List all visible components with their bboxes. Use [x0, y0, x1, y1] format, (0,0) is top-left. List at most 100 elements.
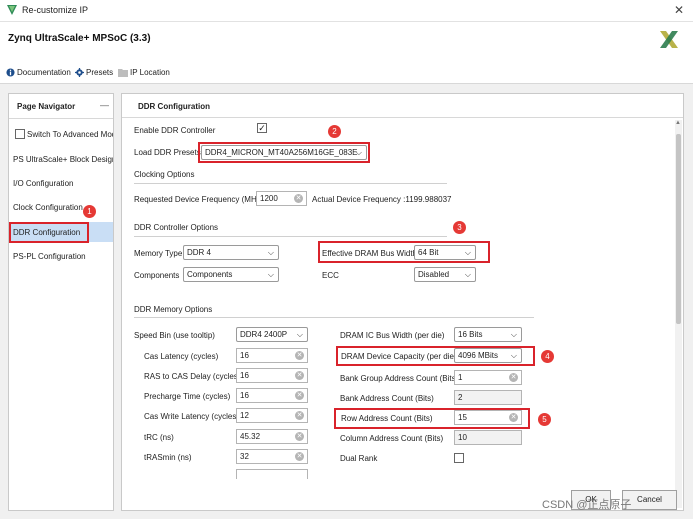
config-title: DDR Configuration — [138, 102, 210, 111]
col-addr-field: 10 — [454, 430, 522, 445]
req-freq-label: Requested Device Frequency (MHz) — [134, 195, 264, 204]
bank-group-value: 1 — [458, 373, 463, 382]
col-addr-value: 10 — [458, 433, 467, 442]
gear-icon — [75, 68, 84, 77]
cas-write-latency-input[interactable]: 12 ✕ — [236, 408, 308, 423]
enable-ddr-checkbox[interactable]: ✓ — [257, 123, 267, 133]
col-addr-label: Column Address Count (Bits) — [340, 434, 444, 443]
req-freq-value: 1200 — [260, 194, 278, 203]
trc-value: 45.32 — [240, 432, 261, 441]
ecc-select[interactable]: Disabled ⌵ — [414, 267, 476, 282]
window-title: Re-customize IP — [22, 5, 89, 15]
highlight-box-device-capacity — [336, 346, 535, 366]
cas-latency-value: 16 — [240, 351, 249, 360]
highlight-box-presets — [198, 142, 370, 163]
clear-icon[interactable]: ✕ — [295, 371, 304, 380]
clocking-section-rule — [134, 183, 447, 184]
xilinx-logo-icon — [660, 31, 678, 48]
bank-addr-label: Bank Address Count (Bits) — [340, 394, 434, 403]
memory-type-select[interactable]: DDR 4 ⌵ — [183, 245, 279, 260]
speed-bin-select[interactable]: DDR4 2400P ⌵ — [236, 327, 308, 342]
chevron-down-icon: ⌵ — [296, 330, 303, 339]
bank-group-input[interactable]: 1 ✕ — [454, 370, 522, 385]
speed-bin-value: DDR4 2400P — [240, 330, 288, 339]
req-freq-input[interactable]: 1200 ✕ — [256, 191, 307, 206]
nav-item-io-configuration[interactable]: I/O Configuration — [13, 179, 113, 188]
components-label: Components — [134, 271, 180, 280]
highlight-box-bus-width — [318, 241, 490, 263]
memory-section-title: DDR Memory Options — [134, 305, 213, 314]
ras-cas-delay-value: 16 — [240, 371, 249, 380]
close-icon[interactable]: ✕ — [674, 3, 684, 17]
next-field-partial[interactable] — [236, 469, 308, 479]
ic-bus-width-label: DRAM IC Bus Width (per die) — [340, 331, 445, 340]
trc-label: tRC (ns) — [144, 433, 174, 442]
load-presets-label: Load DDR Presets — [134, 148, 201, 157]
chevron-down-icon: ⌵ — [267, 270, 274, 279]
documentation-link[interactable]: Documentation — [17, 68, 71, 77]
precharge-time-value: 16 — [240, 391, 249, 400]
clocking-section-title: Clocking Options — [134, 170, 195, 179]
annotation-badge-5: 5 — [538, 413, 551, 426]
nav-item-ps-pl-configuration[interactable]: PS-PL Configuration — [13, 252, 113, 261]
controller-section-title: DDR Controller Options — [134, 223, 219, 232]
trc-input[interactable]: 45.32 ✕ — [236, 429, 308, 444]
cas-write-latency-value: 12 — [240, 411, 249, 420]
clear-icon[interactable]: ✕ — [295, 391, 304, 400]
actual-freq-text: Actual Device Frequency :1199.988037 — [312, 195, 452, 204]
clear-icon[interactable]: ✕ — [295, 351, 304, 360]
ecc-value: Disabled — [418, 270, 450, 279]
nav-divider — [9, 118, 113, 119]
dual-rank-label: Dual Rank — [340, 454, 378, 463]
controller-section-rule — [134, 236, 447, 237]
annotation-badge-1: 1 — [83, 205, 96, 218]
minimize-icon[interactable]: — — [100, 100, 109, 110]
clear-icon[interactable]: ✕ — [295, 411, 304, 420]
highlight-box-row-addr — [334, 408, 530, 429]
chevron-down-icon: ⌵ — [510, 330, 517, 339]
memory-type-value: DDR 4 — [187, 248, 212, 257]
vivado-app-icon — [7, 5, 17, 15]
nav-item-clock-configuration[interactable]: Clock Configuration — [13, 203, 113, 212]
presets-link[interactable]: Presets — [86, 68, 113, 77]
ecc-label: ECC — [322, 271, 339, 280]
cas-latency-label: Cas Latency (cycles) — [144, 352, 219, 361]
precharge-time-input[interactable]: 16 ✕ — [236, 388, 308, 403]
ic-bus-width-value: 16 Bits — [458, 330, 483, 339]
config-divider — [122, 117, 683, 118]
ip-location-link[interactable]: IP Location — [130, 68, 170, 77]
highlight-box-nav — [9, 222, 89, 243]
annotation-badge-3: 3 — [453, 221, 466, 234]
clear-icon[interactable]: ✕ — [295, 432, 304, 441]
clear-icon[interactable]: ✕ — [295, 452, 304, 461]
info-icon — [6, 68, 15, 77]
scroll-up-icon[interactable]: ▲ — [675, 120, 681, 126]
folder-icon — [118, 69, 128, 77]
components-select[interactable]: Components ⌵ — [183, 267, 279, 282]
annotation-badge-2: 2 — [328, 125, 341, 138]
ic-bus-width-select[interactable]: 16 Bits ⌵ — [454, 327, 522, 342]
memory-type-label: Memory Type — [134, 249, 183, 258]
clear-icon[interactable]: ✕ — [509, 373, 518, 382]
enable-ddr-label: Enable DDR Controller — [134, 126, 216, 135]
chevron-down-icon: ⌵ — [267, 248, 274, 257]
navigator-title: Page Navigator — [17, 102, 76, 111]
chevron-down-icon: ⌵ — [464, 270, 471, 279]
clear-icon[interactable]: ✕ — [294, 194, 303, 203]
nav-item-block-design[interactable]: PS UltraScale+ Block Design — [13, 155, 113, 164]
ip-name: Zynq UltraScale+ MPSoC (3.3) — [8, 33, 151, 44]
cas-latency-input[interactable]: 16 ✕ — [236, 348, 308, 363]
ras-cas-delay-input[interactable]: 16 ✕ — [236, 368, 308, 383]
scrollbar-thumb[interactable] — [676, 134, 681, 324]
dual-rank-checkbox[interactable] — [454, 453, 464, 463]
components-value: Components — [187, 270, 233, 279]
cas-write-latency-label: Cas Write Latency (cycles) — [144, 412, 239, 421]
title-bar — [0, 0, 693, 22]
trasmin-value: 32 — [240, 452, 249, 461]
bank-addr-field: 2 — [454, 390, 522, 405]
memory-section-rule — [134, 317, 534, 318]
trasmin-label: tRASmin (ns) — [144, 453, 192, 462]
speed-bin-label: Speed Bin (use tooltip) — [134, 331, 215, 340]
trasmin-input[interactable]: 32 ✕ — [236, 449, 308, 464]
advanced-mode-checkbox[interactable] — [15, 129, 25, 139]
